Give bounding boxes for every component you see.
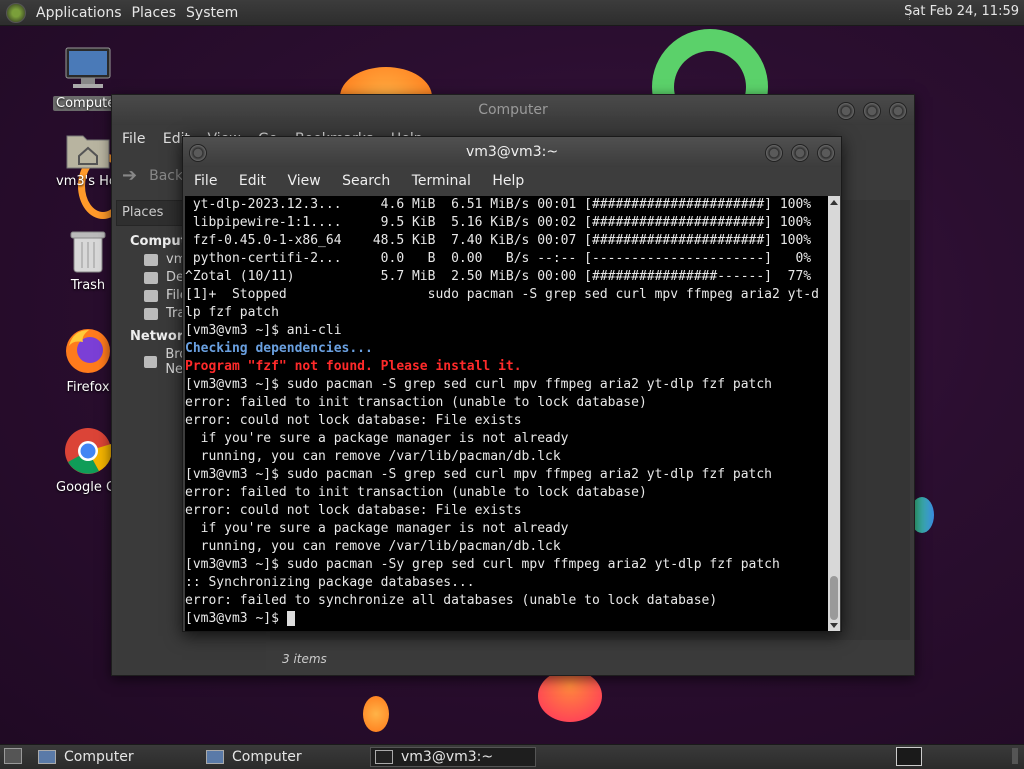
terminal-line: error: failed to init transaction (unabl… xyxy=(185,485,647,500)
top-panel: Applications Places System Sat Feb 24, 1… xyxy=(0,0,1024,26)
terminal-line: :: Synchronizing package databases... xyxy=(185,575,475,590)
terminal-line: [vm3@vm3 ~]$ xyxy=(185,610,828,628)
menu-file[interactable]: File xyxy=(194,173,217,189)
back-label: Back xyxy=(149,167,184,184)
chrome-icon xyxy=(65,428,112,474)
distro-logo-icon[interactable] xyxy=(6,2,26,23)
terminal-line: yt-dlp-2023.12.3... 4.6 MiB 6.51 MiB/s 0… xyxy=(185,197,812,212)
firefox-icon xyxy=(66,329,110,373)
computer-window-icon xyxy=(206,750,224,764)
scrollbar-thumb[interactable] xyxy=(830,576,838,620)
window-menu-button[interactable] xyxy=(189,144,207,162)
taskbar-item-computer-1[interactable]: Computer xyxy=(38,747,198,767)
terminal-line: lp fzf patch xyxy=(185,305,279,320)
trash-icon xyxy=(70,231,106,273)
drive-icon xyxy=(144,289,158,302)
terminal-line: Checking dependencies... xyxy=(185,341,373,356)
menu-search[interactable]: Search xyxy=(342,173,390,189)
menu-applications[interactable]: Applications xyxy=(36,5,122,21)
terminal-menubar: File Edit View Search Terminal Help xyxy=(183,167,841,195)
terminal-window-icon xyxy=(375,750,393,764)
terminal-line: libpipewire-1:1.... 9.5 KiB 5.16 KiB/s 0… xyxy=(185,215,812,230)
terminal-titlebar[interactable]: vm3@vm3:~ xyxy=(183,137,841,167)
workspace-switcher[interactable] xyxy=(896,747,922,766)
terminal-line: error: could not lock database: File exi… xyxy=(185,503,522,518)
minimize-button[interactable] xyxy=(765,144,783,162)
terminal-scrollbar[interactable] xyxy=(828,196,840,631)
minimize-button[interactable] xyxy=(837,102,855,120)
menu-help[interactable]: Help xyxy=(492,173,524,189)
panel-end-separator xyxy=(1012,748,1018,764)
terminal-line: Program "fzf" not found. Please install … xyxy=(185,359,522,374)
terminal-line: error: could not lock database: File exi… xyxy=(185,413,522,428)
menu-terminal[interactable]: Terminal xyxy=(412,173,471,189)
window-title: vm3@vm3:~ xyxy=(465,144,559,160)
wallpaper-blob-orange-small xyxy=(363,696,389,732)
maximize-button[interactable] xyxy=(863,102,881,120)
menu-places[interactable]: Places xyxy=(132,5,177,21)
scroll-up-arrow-icon[interactable] xyxy=(830,200,838,205)
menu-system[interactable]: System xyxy=(186,5,238,21)
terminal-line: if you're sure a package manager is not … xyxy=(185,521,569,536)
close-button[interactable] xyxy=(889,102,907,120)
terminal-window: vm3@vm3:~ File Edit View Search Terminal… xyxy=(182,136,842,632)
maximize-button[interactable] xyxy=(791,144,809,162)
trash-small-icon xyxy=(144,307,158,320)
terminal-line: if you're sure a package manager is not … xyxy=(185,431,569,446)
desktop-icon-label: Firefox xyxy=(66,380,110,395)
menu-file[interactable]: File xyxy=(122,131,145,147)
clock[interactable]: Sat Feb 24, 11:59 xyxy=(904,4,1019,19)
terminal-output[interactable]: yt-dlp-2023.12.3... 4.6 MiB 6.51 MiB/s 0… xyxy=(185,196,828,631)
menu-edit[interactable]: Edit xyxy=(239,173,266,189)
taskbar-item-computer-2[interactable]: Computer xyxy=(206,747,366,767)
taskbar-item-terminal[interactable]: vm3@vm3:~ xyxy=(370,747,536,767)
taskbar-item-label: vm3@vm3:~ xyxy=(401,749,494,765)
terminal-line: python-certifi-2... 0.0 B 0.00 B/s --:--… xyxy=(185,251,812,266)
computer-icon xyxy=(65,47,111,88)
desktop-icon-label: Trash xyxy=(70,278,106,293)
terminal-line: running, you can remove /var/lib/pacman/… xyxy=(185,539,561,554)
terminal-line: ^Zotal (10/11) 5.7 MiB 2.50 MiB/s 00:00 … xyxy=(185,269,812,284)
computer-window-icon xyxy=(38,750,56,764)
bottom-panel: Computer Computer vm3@vm3:~ xyxy=(0,744,1024,769)
desktop-folder-icon xyxy=(144,271,158,284)
close-button[interactable] xyxy=(817,144,835,162)
taskbar-item-label: Computer xyxy=(64,749,134,765)
back-arrow-icon: ➔ xyxy=(122,165,138,186)
scroll-down-arrow-icon[interactable] xyxy=(830,623,838,628)
terminal-cursor xyxy=(286,611,295,626)
home-folder-icon xyxy=(66,135,110,169)
terminal-line: error: failed to init transaction (unabl… xyxy=(185,395,647,410)
terminal-line: [vm3@vm3 ~]$ sudo pacman -S grep sed cur… xyxy=(185,467,772,482)
file-manager-titlebar[interactable]: Computer xyxy=(112,95,914,125)
terminal-line: [vm3@vm3 ~]$ ani-cli xyxy=(185,323,342,338)
menu-view[interactable]: View xyxy=(287,173,320,189)
wallpaper-blob-red xyxy=(538,670,602,722)
terminal-line: [vm3@vm3 ~]$ sudo pacman -S grep sed cur… xyxy=(185,377,772,392)
terminal-line: running, you can remove /var/lib/pacman/… xyxy=(185,449,561,464)
back-button[interactable]: ➔ Back xyxy=(122,165,183,186)
network-icon xyxy=(144,356,158,368)
window-title: Computer xyxy=(478,102,548,118)
status-bar: 3 items xyxy=(282,652,327,666)
terminal-line: [vm3@vm3 ~]$ sudo pacman -Sy grep sed cu… xyxy=(185,557,780,572)
folder-icon xyxy=(144,253,158,266)
terminal-line: [1]+ Stopped sudo pacman -S grep sed cur… xyxy=(185,287,819,302)
show-desktop-icon[interactable] xyxy=(4,748,22,764)
terminal-line: fzf-0.45.0-1-x86_64 48.5 KiB 7.40 KiB/s … xyxy=(185,233,812,248)
terminal-line: error: failed to synchronize all databas… xyxy=(185,593,718,608)
taskbar-item-label: Computer xyxy=(232,749,302,765)
